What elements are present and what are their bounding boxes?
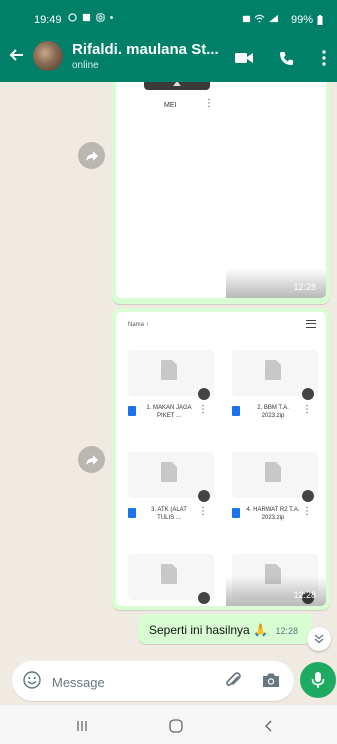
recent-apps-icon (77, 721, 87, 731)
voice-call-icon (279, 51, 293, 65)
file-menu-icon: ⋮ (198, 404, 208, 415)
attach-icon (226, 672, 241, 686)
notification-icons (68, 13, 114, 25)
shared-icon (302, 490, 314, 502)
contact-status: online (72, 60, 99, 71)
file-thumbnail (128, 452, 214, 502)
file-thumbnail (144, 82, 210, 90)
file-menu-icon: ⋮ (204, 98, 214, 109)
file-name: 3. ATK (ALAT TULIS ... (151, 507, 187, 521)
recent-apps-button[interactable] (71, 715, 93, 737)
attach-button[interactable] (224, 671, 244, 696)
more-options-icon (322, 50, 326, 66)
chat-area[interactable]: MEI ⋮ 12:28 Nama ↑ 1. MAKAN JAGA PIKET .… (0, 82, 337, 658)
file-thumbnail (128, 350, 214, 400)
doc-type-icon (128, 508, 136, 518)
file-name: 2. BBM T.A. 2023.zip (257, 405, 289, 419)
message-time: 12:28 (293, 282, 316, 292)
forward-button[interactable] (78, 446, 105, 473)
status-bar: 19:49 99% (0, 0, 337, 36)
wifi-icon (254, 14, 265, 23)
text-message[interactable]: Seperti ini hasilnya 🙏 12:28 (138, 614, 312, 644)
file-label: MEI (164, 102, 177, 109)
image-message[interactable]: MEI ⋮ 12:28 (112, 82, 330, 304)
message-text: Seperti ini hasilnya 🙏 (149, 623, 268, 637)
message-composer (12, 661, 294, 701)
shared-icon (198, 388, 210, 400)
emoji-button[interactable] (23, 671, 41, 694)
home-icon (169, 719, 183, 733)
file-name: 1. MAKAN JAGA PIKET ... (146, 405, 192, 419)
list-view-icon (306, 320, 316, 328)
doc-type-icon (232, 508, 240, 518)
image-message[interactable]: Nama ↑ 1. MAKAN JAGA PIKET ... ⋮ 2. BBM … (112, 308, 330, 610)
dot-icon (110, 16, 114, 19)
message-input[interactable] (50, 671, 204, 693)
file-name: 4. HARWAT R2 T.A. 2023.zip (246, 507, 300, 521)
battery-level: 99% (290, 14, 313, 26)
file-thumbnail (128, 554, 214, 604)
gallery-icon (82, 13, 90, 22)
camera-button[interactable] (262, 672, 280, 693)
file-card (128, 554, 214, 606)
message-time: 12:28 (293, 590, 316, 600)
doc-type-icon (232, 406, 240, 416)
double-chevron-down-icon (314, 634, 324, 644)
shared-icon (302, 388, 314, 400)
alarm-icon (243, 15, 251, 23)
scroll-down-button[interactable] (307, 627, 331, 651)
back-nav-icon (265, 720, 272, 732)
sort-label: Nama ↑ (128, 322, 149, 328)
instagram-icon (95, 13, 105, 22)
system-nav-bar (0, 705, 337, 744)
file-card: 2. BBM T.A. 2023.zip ⋮ (232, 350, 318, 450)
status-time: 19:49 (34, 14, 62, 26)
file-menu-icon: ⋮ (302, 404, 312, 415)
signal-icon (269, 14, 278, 23)
message-image[interactable]: Nama ↑ 1. MAKAN JAGA PIKET ... ⋮ 2. BBM … (116, 312, 326, 606)
message-time: 12:28 (275, 626, 298, 636)
document-icon (265, 462, 281, 482)
doc-type-icon (128, 406, 136, 416)
avatar[interactable] (33, 41, 63, 71)
more-options-button[interactable] (313, 47, 335, 69)
file-card: 1. MAKAN JAGA PIKET ... ⋮ (128, 350, 214, 450)
camera-icon (263, 673, 279, 687)
file-card: 4. HARWAT R2 T.A. 2023.zip ⋮ (232, 452, 318, 552)
document-icon (161, 462, 177, 482)
contact-name[interactable]: Rifaldi. maulana St... (72, 41, 219, 58)
forward-icon (85, 150, 98, 161)
shared-icon (198, 592, 210, 604)
back-arrow-icon (9, 49, 23, 61)
video-call-icon (235, 53, 253, 63)
forward-button[interactable] (78, 142, 105, 169)
system-icons (242, 14, 279, 26)
forward-icon (85, 454, 98, 465)
file-thumbnail (232, 350, 318, 400)
document-icon (161, 564, 177, 584)
battery-icon (317, 15, 323, 25)
back-nav-button[interactable] (258, 715, 280, 737)
video-call-button[interactable] (233, 47, 255, 69)
document-icon (161, 360, 177, 380)
back-button[interactable] (9, 46, 25, 69)
shared-icon (198, 490, 210, 502)
voice-call-button[interactable] (275, 47, 297, 69)
emoji-icon (23, 671, 41, 689)
file-menu-icon: ⋮ (198, 506, 208, 517)
file-menu-icon: ⋮ (302, 506, 312, 517)
mic-icon (311, 672, 325, 688)
message-image[interactable]: MEI ⋮ 12:28 (116, 82, 326, 298)
file-thumbnail (232, 452, 318, 502)
chat-header: Rifaldi. maulana St... online (0, 36, 337, 82)
file-card: 3. ATK (ALAT TULIS ... ⋮ (128, 452, 214, 552)
whatsapp-icon (68, 13, 77, 22)
document-icon (265, 360, 281, 380)
home-button[interactable] (165, 715, 187, 737)
voice-record-button[interactable] (300, 662, 336, 698)
